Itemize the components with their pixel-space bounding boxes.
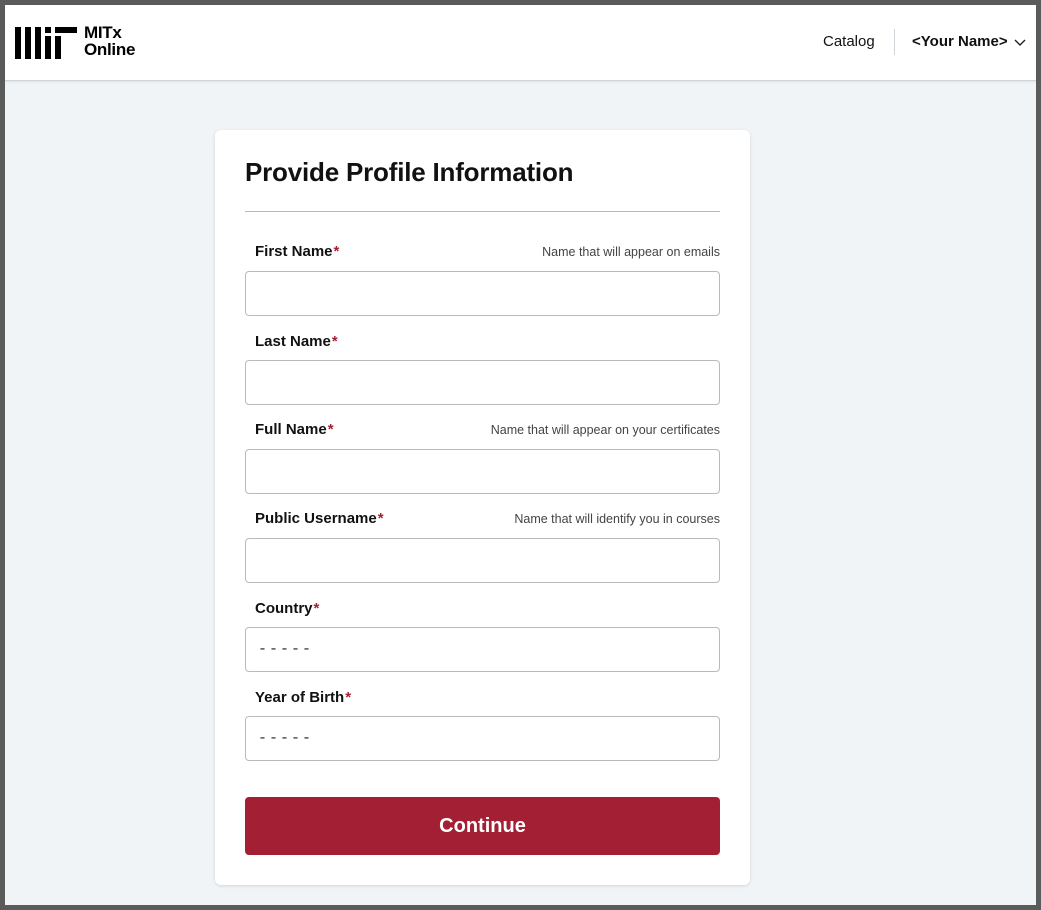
- logo-text-line2: Online: [84, 40, 136, 59]
- first-name-label: First Name*: [255, 243, 339, 260]
- first-name-field[interactable]: [245, 271, 720, 316]
- full-name-field[interactable]: [245, 449, 720, 494]
- required-mark: *: [345, 689, 352, 706]
- profile-form-card: Provide Profile Information First Name* …: [215, 130, 750, 885]
- page-title: Provide Profile Information: [245, 157, 574, 187]
- country-label-text: Country: [255, 600, 313, 617]
- year-of-birth-select[interactable]: -----: [245, 716, 720, 761]
- last-name-label-text: Last Name: [255, 333, 331, 350]
- site-header: MITx Online Catalog <Your Name>: [5, 5, 1036, 81]
- required-mark: *: [313, 600, 320, 617]
- country-label: Country*: [255, 600, 319, 617]
- year-of-birth-label-text: Year of Birth: [255, 689, 345, 706]
- chevron-down-icon[interactable]: [1014, 39, 1026, 47]
- last-name-label: Last Name*: [255, 333, 338, 350]
- continue-button[interactable]: Continue: [245, 797, 720, 855]
- public-username-hint: Name that will identify you in courses: [514, 512, 720, 526]
- public-username-field[interactable]: [245, 538, 720, 583]
- required-mark: *: [331, 333, 338, 350]
- required-mark: *: [327, 421, 334, 438]
- first-name-hint: Name that will appear on emails: [542, 245, 720, 259]
- public-username-label: Public Username*: [255, 510, 384, 527]
- logo-wordmark: MITx Online: [84, 24, 135, 58]
- nav-divider: [894, 29, 895, 55]
- mit-logo-icon: [15, 27, 77, 59]
- public-username-label-text: Public Username: [255, 510, 377, 527]
- first-name-label-text: First Name: [255, 243, 333, 260]
- required-mark: *: [377, 510, 384, 527]
- user-menu-button[interactable]: <Your Name>: [912, 33, 1008, 50]
- full-name-label-text: Full Name: [255, 421, 327, 438]
- required-mark: *: [333, 243, 340, 260]
- full-name-label: Full Name*: [255, 421, 334, 438]
- title-divider: [245, 211, 720, 212]
- full-name-hint: Name that will appear on your certificat…: [490, 423, 720, 437]
- last-name-field[interactable]: [245, 360, 720, 405]
- year-of-birth-label: Year of Birth*: [255, 689, 351, 706]
- country-select[interactable]: -----: [245, 627, 720, 672]
- nav-catalog-link[interactable]: Catalog: [823, 33, 875, 50]
